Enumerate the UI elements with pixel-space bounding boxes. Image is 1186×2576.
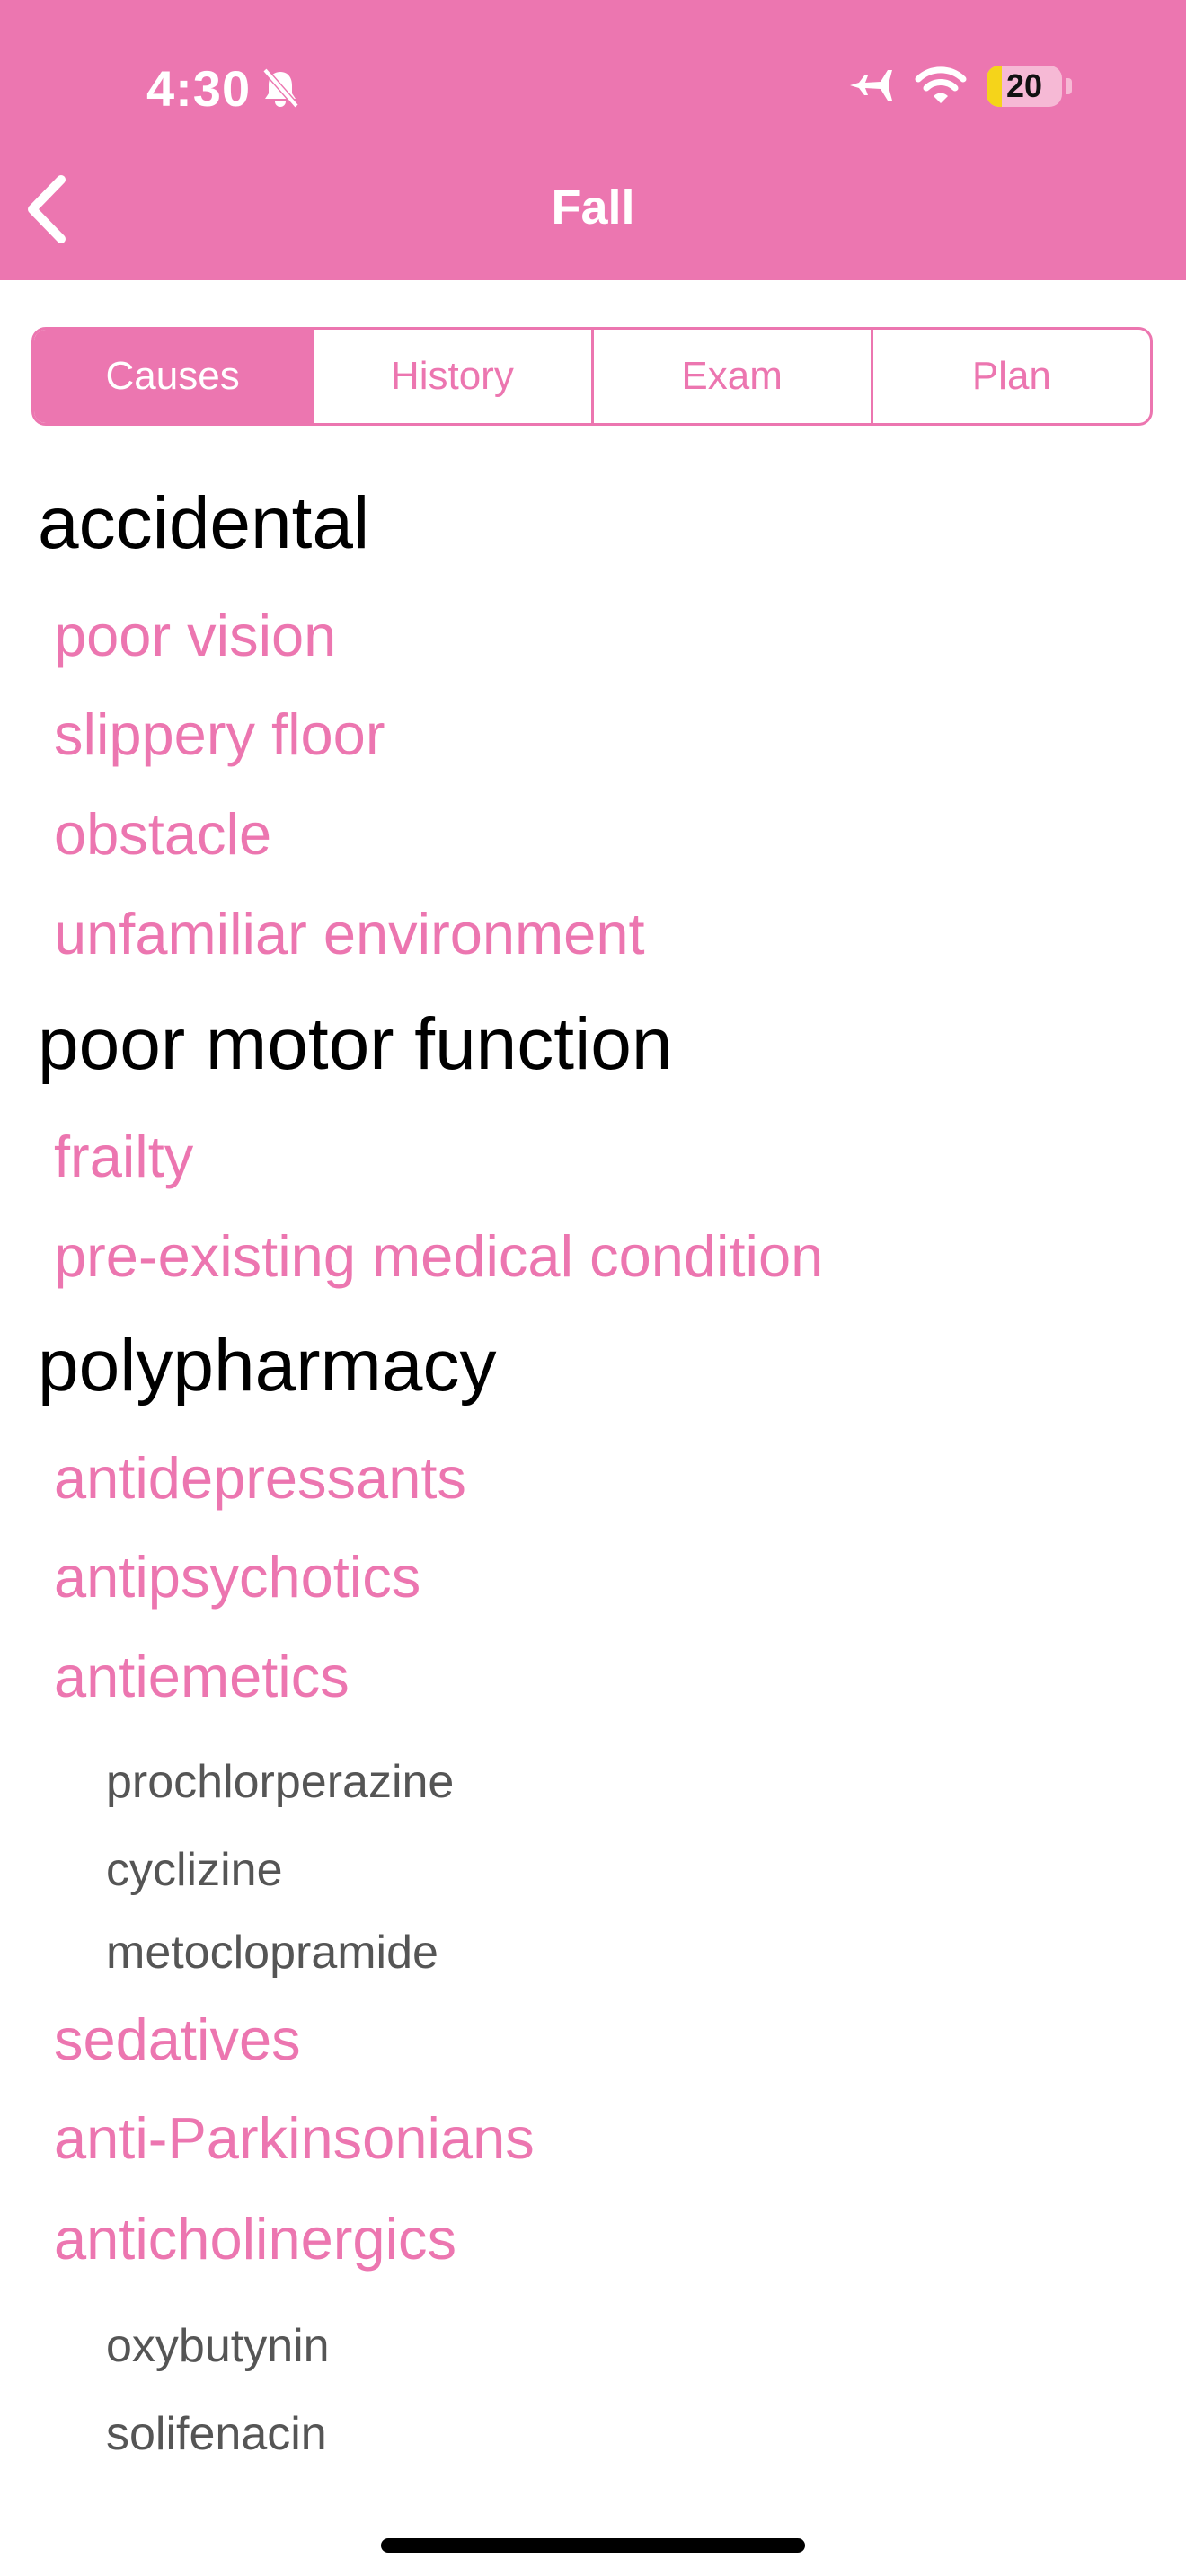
cause-link[interactable]: pre-existing medical condition: [54, 1222, 823, 1290]
cause-link[interactable]: unfamiliar environment: [54, 900, 645, 967]
drug-example: oxybutynin: [106, 2320, 330, 2372]
cause-link[interactable]: sedatives: [54, 2006, 301, 2073]
section-tabs: Causes History Exam Plan: [31, 327, 1153, 426]
wifi-icon: [915, 65, 967, 110]
tab-plan[interactable]: Plan: [870, 330, 1150, 423]
home-indicator[interactable]: [381, 2538, 805, 2553]
battery-icon: 20: [987, 66, 1062, 107]
nav-header: 4:30 20 Fall: [0, 0, 1186, 280]
cause-link[interactable]: antiemetics: [54, 1643, 350, 1710]
drug-example: cyclizine: [106, 1844, 283, 1896]
tab-exam[interactable]: Exam: [590, 330, 871, 423]
cause-link[interactable]: anti-Parkinsonians: [54, 2104, 535, 2172]
cause-link[interactable]: antidepressants: [54, 1444, 466, 1512]
cause-link[interactable]: slippery floor: [54, 701, 385, 768]
section-heading-motor: poor motor function: [38, 1003, 673, 1085]
battery-cap: [1066, 78, 1072, 94]
battery-level-text: 20: [1005, 67, 1043, 104]
tab-causes[interactable]: Causes: [34, 330, 312, 423]
cause-link[interactable]: obstacle: [54, 800, 271, 868]
nav-title: Fall: [551, 181, 635, 234]
status-time: 4:30: [146, 60, 252, 117]
section-heading-polypharmacy: polypharmacy: [38, 1325, 497, 1407]
drug-example: metoclopramide: [106, 1927, 438, 1979]
cause-link[interactable]: poor vision: [54, 602, 336, 669]
section-heading-accidental: accidental: [38, 482, 370, 564]
tab-history[interactable]: History: [311, 330, 590, 423]
cause-link[interactable]: frailty: [54, 1123, 193, 1190]
cause-link[interactable]: anticholinergics: [54, 2205, 456, 2272]
drug-example: solifenacin: [106, 2408, 327, 2460]
drug-example: prochlorperazine: [106, 1756, 455, 1808]
cause-link[interactable]: antipsychotics: [54, 1543, 420, 1610]
airplane-icon: [848, 65, 897, 110]
bell-slash-icon: [261, 66, 300, 114]
